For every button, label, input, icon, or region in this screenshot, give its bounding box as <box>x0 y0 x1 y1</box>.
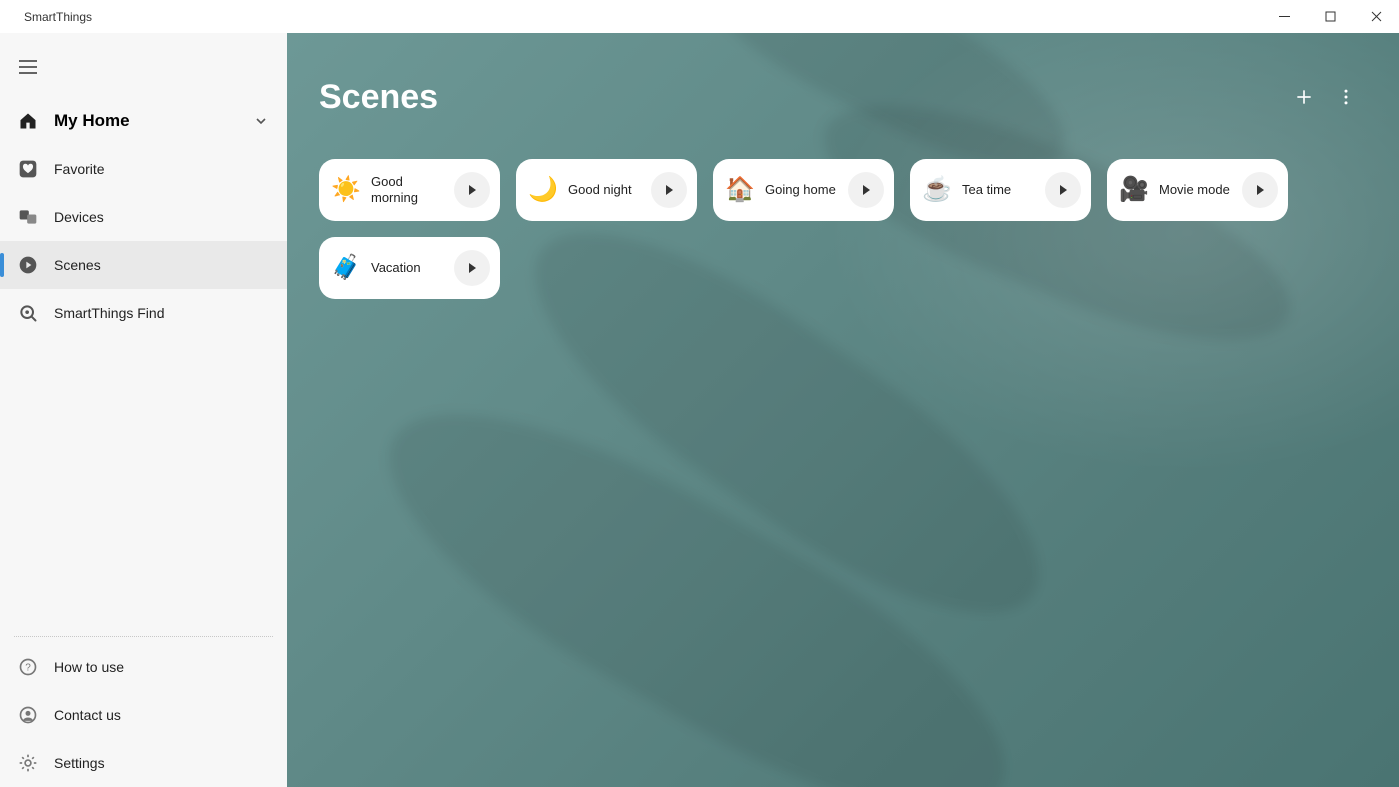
play-icon <box>466 184 478 196</box>
maximize-icon <box>1325 11 1336 22</box>
sidebar: My Home Favorite Devices Scenes <box>0 33 287 787</box>
run-scene-button[interactable] <box>454 172 490 208</box>
camera-icon: 🎥 <box>1119 175 1149 205</box>
sidebar-item-label: SmartThings Find <box>54 305 164 321</box>
chevron-down-icon <box>255 115 267 127</box>
sidebar-item-find[interactable]: SmartThings Find <box>0 289 287 337</box>
sidebar-item-settings[interactable]: Settings <box>0 739 287 787</box>
scene-label: Good night <box>558 182 651 198</box>
sidebar-item-label: Favorite <box>54 161 105 177</box>
sidebar-item-contact[interactable]: Contact us <box>0 691 287 739</box>
run-scene-button[interactable] <box>1242 172 1278 208</box>
page-header: Scenes <box>319 67 1367 127</box>
maximize-button[interactable] <box>1307 0 1353 33</box>
run-scene-button[interactable] <box>1045 172 1081 208</box>
main-content: Scenes ☀️ Good morning 🌙 <box>287 33 1399 787</box>
window-buttons <box>1261 0 1399 33</box>
home-icon <box>16 111 40 131</box>
scene-label: Movie mode <box>1149 182 1242 198</box>
help-icon: ? <box>16 657 40 677</box>
minimize-button[interactable] <box>1261 0 1307 33</box>
scene-grid: ☀️ Good morning 🌙 Good night 🏠 Going hom <box>319 159 1367 299</box>
scene-label: Going home <box>755 182 848 198</box>
play-icon <box>860 184 872 196</box>
sidebar-item-howto[interactable]: ? How to use <box>0 643 287 691</box>
scene-label: Good morning <box>361 174 454 205</box>
moon-icon: 🌙 <box>528 175 558 205</box>
devices-icon <box>16 207 40 227</box>
play-icon <box>466 262 478 274</box>
location-search-icon <box>16 303 40 323</box>
scene-card-going-home[interactable]: 🏠 Going home <box>713 159 894 221</box>
hamburger-icon <box>19 60 37 74</box>
scene-card-vacation[interactable]: 🧳 Vacation <box>319 237 500 299</box>
sidebar-item-devices[interactable]: Devices <box>0 193 287 241</box>
play-circle-icon <box>16 255 40 275</box>
scene-card-good-morning[interactable]: ☀️ Good morning <box>319 159 500 221</box>
close-button[interactable] <box>1353 0 1399 33</box>
sidebar-item-favorite[interactable]: Favorite <box>0 145 287 193</box>
sidebar-divider <box>14 636 273 637</box>
sidebar-item-label: Settings <box>54 755 105 771</box>
close-icon <box>1371 11 1382 22</box>
home-selector[interactable]: My Home <box>0 97 287 145</box>
scene-label: Tea time <box>952 182 1045 198</box>
sidebar-item-label: How to use <box>54 659 124 675</box>
sidebar-item-label: Devices <box>54 209 104 225</box>
svg-text:?: ? <box>25 662 31 673</box>
sidebar-item-label: Contact us <box>54 707 121 723</box>
run-scene-button[interactable] <box>651 172 687 208</box>
menu-toggle-button[interactable] <box>4 47 52 87</box>
scene-card-tea-time[interactable]: ☕ Tea time <box>910 159 1091 221</box>
title-bar: SmartThings <box>0 0 1399 33</box>
more-vertical-icon <box>1336 87 1356 107</box>
gear-icon <box>16 753 40 773</box>
plus-icon <box>1294 87 1314 107</box>
contact-icon <box>16 705 40 725</box>
sidebar-item-scenes[interactable]: Scenes <box>0 241 287 289</box>
sun-icon: ☀️ <box>331 175 361 205</box>
minimize-icon <box>1279 11 1290 22</box>
run-scene-button[interactable] <box>454 250 490 286</box>
scene-card-movie-mode[interactable]: 🎥 Movie mode <box>1107 159 1288 221</box>
cup-icon: ☕ <box>922 175 952 205</box>
scene-card-good-night[interactable]: 🌙 Good night <box>516 159 697 221</box>
play-icon <box>1057 184 1069 196</box>
scene-label: Vacation <box>361 260 454 276</box>
heart-square-icon <box>16 159 40 179</box>
add-scene-button[interactable] <box>1283 76 1325 118</box>
sidebar-item-label: Scenes <box>54 257 101 273</box>
suitcase-icon: 🧳 <box>331 253 361 283</box>
page-title: Scenes <box>319 78 1283 117</box>
house-icon: 🏠 <box>725 175 755 205</box>
play-icon <box>663 184 675 196</box>
more-button[interactable] <box>1325 76 1367 118</box>
play-icon <box>1254 184 1266 196</box>
run-scene-button[interactable] <box>848 172 884 208</box>
window-title: SmartThings <box>24 10 92 24</box>
home-label: My Home <box>54 111 255 131</box>
